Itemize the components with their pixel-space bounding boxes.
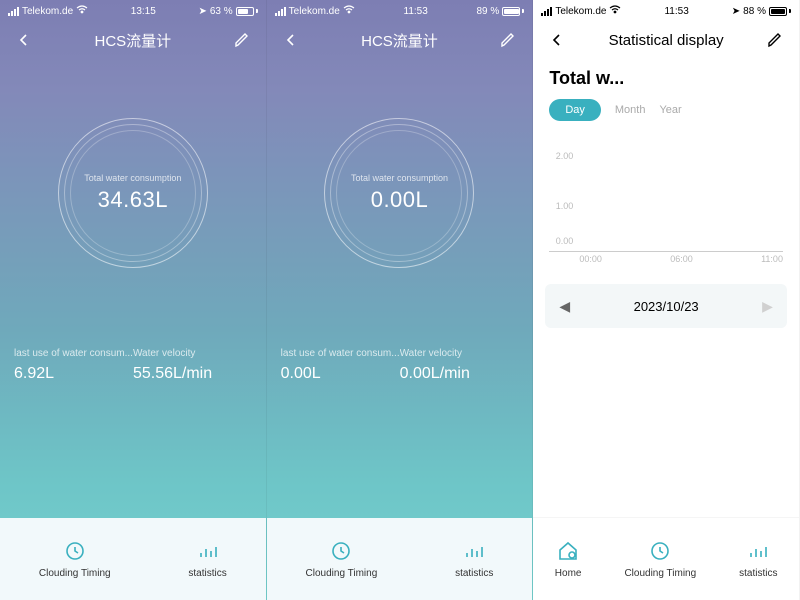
header: Statistical display: [533, 22, 799, 58]
nav-clouding-timing[interactable]: Clouding Timing: [306, 539, 378, 579]
last-use-label: last use of water consum...: [14, 348, 133, 359]
gauge-value: 0.00L: [371, 187, 429, 213]
page-title: Statistical display: [609, 32, 724, 49]
nav-clouding-label: Clouding Timing: [39, 568, 111, 579]
last-use-value: 6.92L: [14, 365, 133, 383]
seg-day[interactable]: Day: [549, 99, 601, 121]
date-navigator: ◀ 2023/10/23 ▶: [545, 284, 787, 328]
wifi-icon: [343, 5, 355, 17]
gauge-value: 34.63L: [98, 187, 168, 213]
edit-button[interactable]: [763, 28, 787, 52]
wifi-icon: [76, 5, 88, 17]
location-icon: ➤: [198, 6, 206, 17]
signal-icon: [8, 7, 19, 16]
date-label: 2023/10/23: [634, 299, 699, 314]
battery-pct: 63 %: [210, 6, 233, 17]
screen-flowmeter-1: Telekom.de 13:15 ➤ 63 % HCS流量计 Total wat…: [0, 0, 267, 600]
section-title: Total w...: [533, 58, 799, 97]
status-bar: Telekom.de 11:53 ➤ 88 %: [533, 0, 799, 22]
seg-year[interactable]: Year: [659, 104, 681, 116]
battery-icon: [236, 7, 258, 16]
chart: 2.00 1.00 0.00 00:00 06:00 11:00: [533, 131, 799, 270]
y-tick: 1.00: [549, 201, 577, 211]
nav-stats-label: statistics: [739, 568, 777, 579]
header: HCS流量计: [0, 22, 266, 58]
seg-month[interactable]: Month: [615, 104, 646, 116]
nav-clouding-timing[interactable]: Clouding Timing: [39, 539, 111, 579]
status-bar: Telekom.de 13:15 ➤ 63 %: [0, 0, 266, 22]
bottom-nav: Home Clouding Timing statistics: [533, 518, 799, 600]
header: HCS流量计: [267, 22, 533, 58]
nav-clouding-label: Clouding Timing: [306, 568, 378, 579]
clock: 11:53: [404, 6, 428, 17]
status-bar: Telekom.de 11:53 89 %: [267, 0, 533, 22]
nav-stats-label: statistics: [188, 568, 226, 579]
x-tick: 11:00: [761, 254, 783, 264]
battery-pct: 89 %: [477, 6, 500, 17]
nav-home-label: Home: [555, 568, 582, 579]
gauge-label: Total water consumption: [351, 173, 448, 183]
metrics: last use of water consum... 0.00L Water …: [267, 348, 533, 383]
x-tick: 06:00: [670, 254, 693, 264]
date-next-button[interactable]: ▶: [762, 298, 773, 315]
gauge-label: Total water consumption: [84, 173, 181, 183]
carrier-label: Telekom.de: [555, 6, 606, 17]
nav-statistics[interactable]: statistics: [455, 539, 493, 579]
bottom-nav: Clouding Timing statistics: [267, 518, 533, 600]
velocity-value: 55.56L/min: [133, 365, 252, 383]
wifi-icon: [609, 5, 621, 17]
page-title: HCS流量计: [361, 30, 438, 51]
nav-stats-label: statistics: [455, 568, 493, 579]
clock: 13:15: [131, 6, 156, 17]
velocity-value: 0.00L/min: [400, 365, 519, 383]
velocity-label: Water velocity: [400, 348, 519, 359]
y-tick: 2.00: [549, 151, 577, 161]
velocity-label: Water velocity: [133, 348, 252, 359]
bottom-nav: Clouding Timing statistics: [0, 518, 266, 600]
last-use-value: 0.00L: [281, 365, 400, 383]
segmented-control: Day Month Year: [533, 97, 799, 131]
back-button[interactable]: [279, 28, 303, 52]
nav-clouding-label: Clouding Timing: [624, 568, 696, 579]
nav-clouding-timing[interactable]: Clouding Timing: [624, 539, 696, 579]
battery-icon: [769, 7, 791, 16]
back-button[interactable]: [545, 28, 569, 52]
edit-button[interactable]: [496, 28, 520, 52]
nav-home[interactable]: Home: [555, 539, 582, 579]
screen-statistics: Telekom.de 11:53 ➤ 88 % Statistical disp…: [533, 0, 800, 600]
nav-statistics[interactable]: statistics: [188, 539, 226, 579]
back-button[interactable]: [12, 28, 36, 52]
date-prev-button[interactable]: ◀: [559, 298, 570, 315]
last-use-label: last use of water consum...: [281, 348, 400, 359]
metrics: last use of water consum... 6.92L Water …: [0, 348, 266, 383]
carrier-label: Telekom.de: [289, 6, 340, 17]
page-title: HCS流量计: [94, 30, 171, 51]
location-icon: ➤: [732, 6, 740, 17]
nav-statistics[interactable]: statistics: [739, 539, 777, 579]
x-tick: 00:00: [579, 254, 602, 264]
gauge: Total water consumption 0.00L: [267, 118, 533, 268]
signal-icon: [541, 7, 552, 16]
clock: 11:53: [664, 6, 688, 17]
edit-button[interactable]: [230, 28, 254, 52]
carrier-label: Telekom.de: [22, 6, 73, 17]
screen-flowmeter-2: Telekom.de 11:53 89 % HCS流量计 Total water…: [267, 0, 534, 600]
gauge: Total water consumption 34.63L: [0, 118, 266, 268]
y-tick: 0.00: [549, 236, 577, 246]
battery-icon: [502, 7, 524, 16]
battery-pct: 88 %: [743, 6, 766, 17]
signal-icon: [275, 7, 286, 16]
